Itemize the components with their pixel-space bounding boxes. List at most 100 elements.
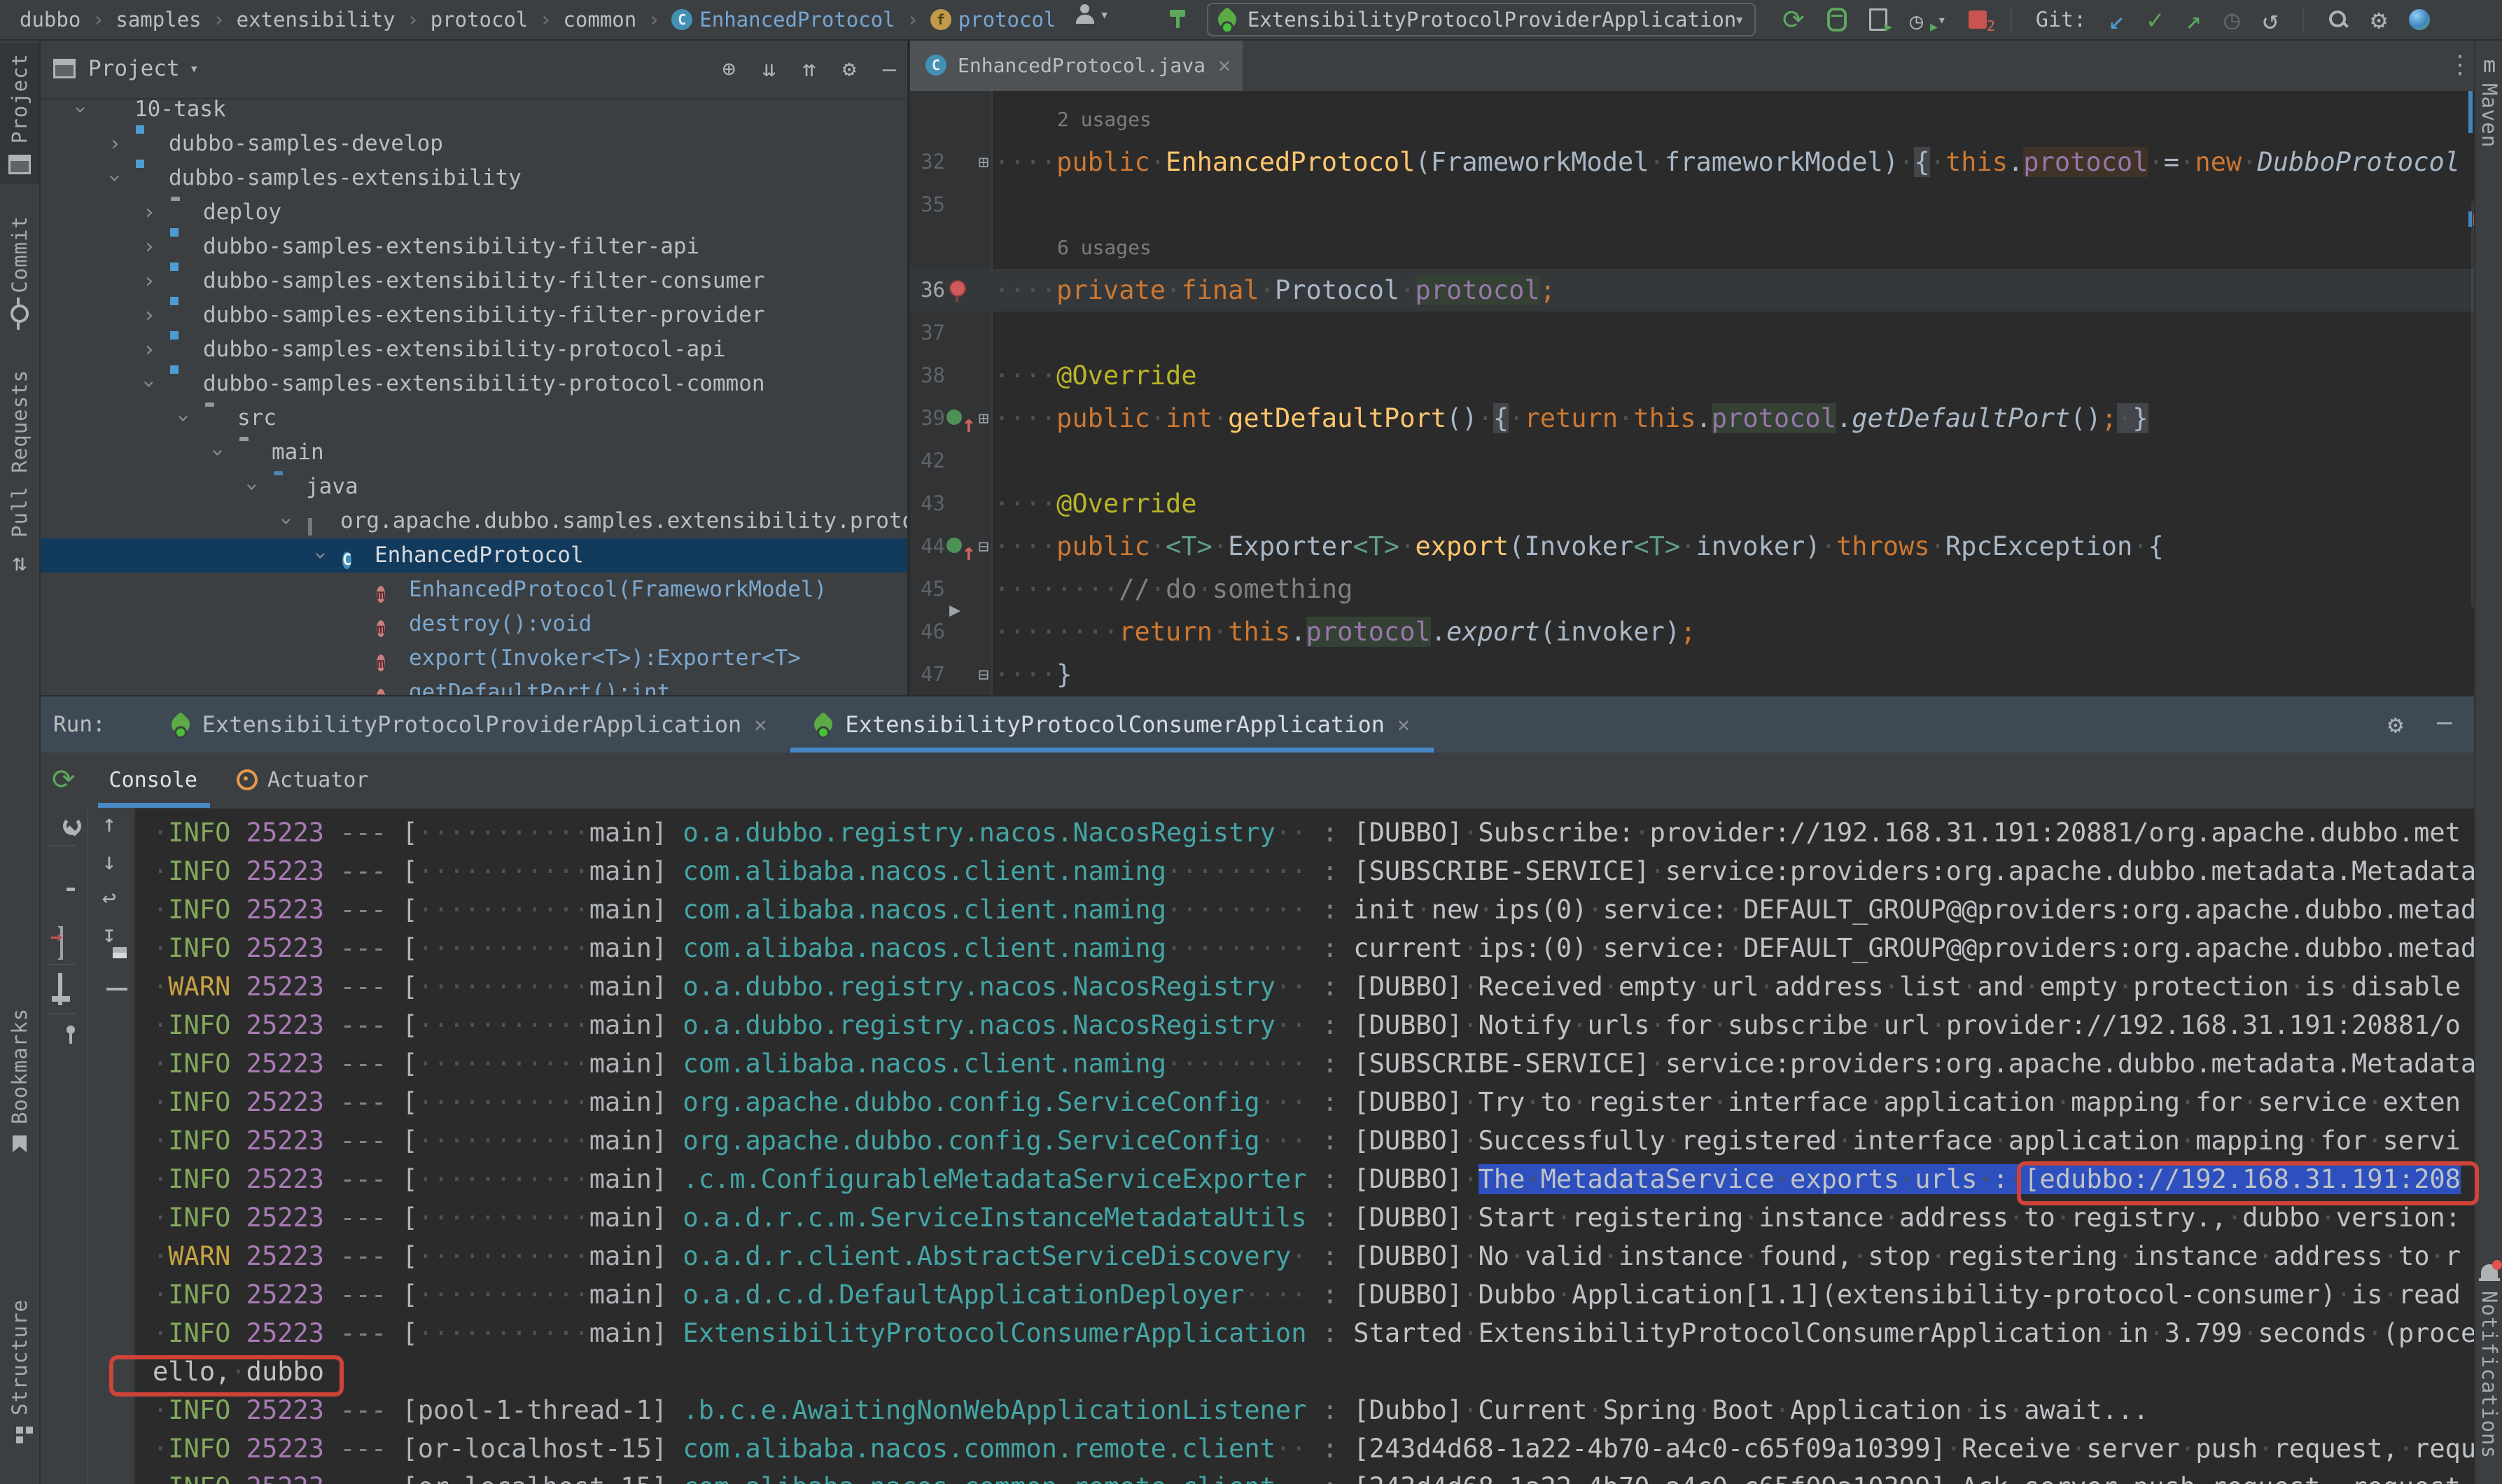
tree-item[interactable]: › dubbo-samples-extensibility-protocol-ap… <box>39 332 907 367</box>
breadcrumb-item[interactable]: EnhancedProtocol <box>699 8 895 31</box>
chevron-down-icon[interactable]: ▾ <box>190 60 199 78</box>
chevron-right-icon[interactable]: › <box>139 195 160 230</box>
chevron-down-icon[interactable]: › <box>201 442 235 463</box>
ide-gradient-sphere-icon[interactable] <box>2409 9 2431 30</box>
git-commit-icon[interactable]: ✓ <box>2147 4 2163 35</box>
git-update-icon[interactable]: ↙ <box>2109 4 2125 35</box>
collapse-all-icon[interactable]: ⇈ <box>802 55 816 82</box>
tree-item[interactable]: m destroy():void <box>39 607 907 641</box>
tree-item[interactable]: › deploy <box>39 195 907 230</box>
overrides-method-gutter-icon[interactable] <box>946 410 962 425</box>
stripe-tab-bookmarks[interactable]: Bookmarks <box>0 998 39 1162</box>
user-menu-button[interactable]: ▾ <box>1075 4 1109 25</box>
editor-tab[interactable]: C EnhancedProtocol.java ✕ <box>910 39 1243 91</box>
tree-item[interactable]: › src <box>39 401 907 435</box>
search-icon[interactable] <box>2328 9 2349 30</box>
chevron-down-icon[interactable]: › <box>304 545 338 566</box>
stripe-tab-project[interactable]: Project <box>0 43 39 185</box>
hide-run-panel-icon[interactable]: — <box>2437 708 2452 736</box>
restore-layout-icon[interactable] <box>39 973 81 1005</box>
settings-gear-icon[interactable]: ⚙ <box>2371 4 2387 35</box>
tree-item[interactable]: › dubbo-samples-extensibility-filter-cons… <box>39 264 907 298</box>
spring-bean-gutter-icon[interactable] <box>949 280 966 302</box>
run-tab[interactable]: ExtensibilityProtocolProviderApplication… <box>148 696 791 752</box>
chevron-down-icon[interactable]: › <box>235 477 270 498</box>
history-icon[interactable]: ◷ <box>2224 4 2240 35</box>
tree-item[interactable]: › dubbo-samples-extensibility-filter-api <box>39 230 907 264</box>
tree-item[interactable]: › dubbo-samples-develop <box>39 127 907 161</box>
tree-item[interactable]: › dubbo-samples-extensibility <box>39 161 907 195</box>
chevron-right-icon[interactable]: › <box>139 230 160 264</box>
fold-marker-icon[interactable]: ⊞ <box>974 141 993 183</box>
tree-item[interactable]: › dubbo-samples-extensibility-filter-prov… <box>39 298 907 332</box>
chevron-down-icon[interactable]: › <box>132 374 167 395</box>
chevron-down-icon[interactable]: › <box>167 408 201 429</box>
usages-inlay-hint[interactable]: 6 usages <box>1057 236 1152 259</box>
left-tool-stripe: Project Commit Pull Requests ⇅ Bookmarks Stru… <box>0 39 41 1484</box>
breadcrumb-item[interactable]: common <box>563 8 636 31</box>
chevron-right-icon[interactable]: › <box>139 332 160 367</box>
rollback-icon[interactable]: ↺ <box>2263 4 2279 35</box>
rerun-icon[interactable]: ⟳ <box>1782 4 1805 35</box>
kebab-menu-icon[interactable]: ⋮ <box>2447 50 2473 79</box>
breadcrumb-item[interactable]: protocol <box>431 8 529 31</box>
git-label: Git: <box>2035 7 2087 32</box>
debug-icon[interactable] <box>1826 8 1847 31</box>
line-number: 37 <box>921 321 945 344</box>
soft-wrap-icon[interactable]: ↩ <box>88 884 130 912</box>
breadcrumb-item[interactable]: samples <box>116 8 201 31</box>
hide-panel-icon[interactable]: — <box>883 55 896 82</box>
console-output[interactable]: ·INFO 25223 --- [···········main] o.a.du… <box>134 808 2474 1484</box>
profiler-icon[interactable]: ◷▾ <box>1910 8 1946 34</box>
run-tab[interactable]: ExtensibilityProtocolConsumerApplication… <box>790 696 1434 752</box>
run-settings-gear-icon[interactable]: ⚙ <box>2388 710 2403 739</box>
tree-item[interactable]: › C EnhancedProtocol <box>39 538 907 573</box>
breadcrumb-item[interactable]: dubbo <box>20 8 81 31</box>
rerun-icon[interactable]: ⟳ <box>52 764 76 796</box>
code-editor[interactable]: 2 usages 32 ⊞ ····public·EnhancedProtocol(F… <box>910 91 2474 695</box>
tree-item[interactable]: m EnhancedProtocol(FrameworkModel) <box>39 573 907 607</box>
close-tab-icon[interactable]: ✕ <box>754 713 767 737</box>
usages-inlay-hint[interactable]: 2 usages <box>1057 108 1152 131</box>
fold-marker-icon[interactable]: ⊟ <box>974 653 993 695</box>
run-with-coverage-icon[interactable] <box>1868 8 1892 34</box>
up-stack-trace-icon[interactable]: ↑ <box>88 810 130 838</box>
chevron-right-icon[interactable]: › <box>139 264 160 298</box>
tree-item[interactable]: › org.apache.dubbo.samples.extensibility.… <box>39 504 907 538</box>
overrides-method-gutter-icon[interactable] <box>946 538 962 553</box>
stripe-tab-maven[interactable]: m Maven <box>2475 46 2502 155</box>
chevron-right-icon[interactable]: › <box>104 127 125 161</box>
tab-console[interactable]: Console <box>109 768 197 792</box>
breadcrumb-item[interactable]: protocol <box>958 8 1056 31</box>
tree-item[interactable]: m export(Invoker<T>):Exporter<T> <box>39 641 907 676</box>
tab-actuator[interactable]: Actuator <box>267 768 369 792</box>
git-push-icon[interactable]: ↗ <box>2186 4 2202 35</box>
tree-item[interactable]: m getDefaultPort():int <box>39 676 907 695</box>
chevron-down-icon[interactable]: › <box>270 511 304 532</box>
stripe-tab-pull-requests[interactable]: Pull Requests ⇅ <box>0 360 39 587</box>
breadcrumb-item[interactable]: extensibility <box>237 8 396 31</box>
fold-marker-icon[interactable]: ⊟ <box>974 525 993 568</box>
locate-icon[interactable]: ⊕ <box>722 55 736 82</box>
stop-icon[interactable]: 2 <box>1968 10 1995 34</box>
chevron-down-icon[interactable]: › <box>98 168 132 189</box>
down-stack-trace-icon[interactable]: ↓ <box>88 848 130 876</box>
close-tab-icon[interactable]: ✕ <box>1397 713 1410 737</box>
panel-settings-gear-icon[interactable]: ⚙ <box>842 55 855 82</box>
exit-icon[interactable] <box>39 926 81 960</box>
tree-item[interactable]: › main <box>39 435 907 470</box>
stripe-tab-commit[interactable]: Commit <box>0 206 39 332</box>
scroll-to-end-icon[interactable]: ↧ <box>88 920 130 948</box>
fold-marker-icon[interactable]: ⊞ <box>974 397 993 440</box>
override-arrow-icon[interactable]: ↑ <box>962 531 976 573</box>
tree-item[interactable]: › java <box>39 470 907 504</box>
close-tab-icon[interactable]: ✕ <box>1218 53 1231 78</box>
chevron-down-icon[interactable]: › <box>64 99 98 120</box>
tree-item[interactable]: › dubbo-samples-extensibility-protocol-co… <box>39 367 907 401</box>
stripe-tab-structure[interactable]: Structure <box>0 1289 39 1443</box>
stripe-tab-notifications[interactable]: Notifications <box>2475 1257 2502 1466</box>
expand-all-icon[interactable]: ⇊ <box>762 55 776 82</box>
chevron-right-icon[interactable]: › <box>139 298 160 332</box>
run-configuration-select[interactable]: ExtensibilityProtocolProviderApplication… <box>1207 3 1756 36</box>
override-arrow-icon[interactable]: ↑ <box>962 402 976 445</box>
